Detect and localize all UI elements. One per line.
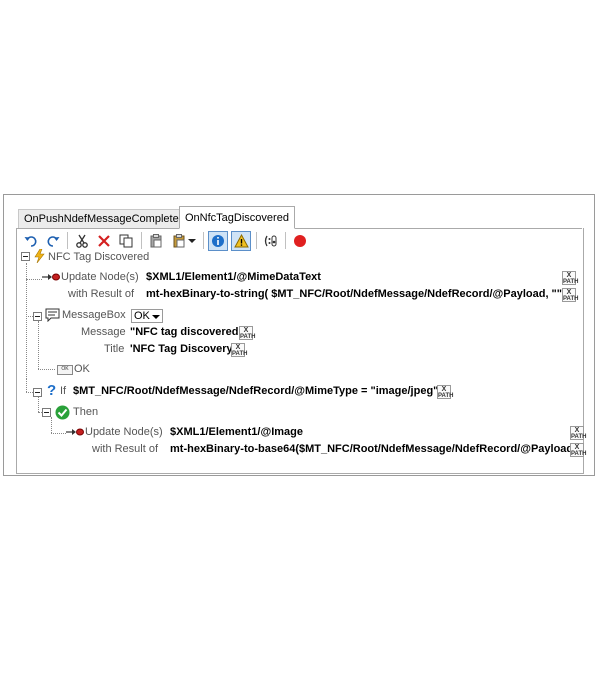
breakpoint-condition-button[interactable] [261, 231, 281, 251]
title-label: Title [104, 343, 125, 355]
copy-button[interactable] [116, 231, 136, 251]
xpath-button[interactable]: X PATH [562, 288, 578, 302]
cut-button[interactable] [72, 231, 92, 251]
breakpoint-condition-icon [264, 235, 277, 247]
tab-on-push-ndef-message-completed[interactable]: OnPushNdefMessageCompleted [18, 209, 191, 228]
collapse-toggle[interactable] [33, 388, 42, 397]
message-value[interactable]: "NFC tag discovered" [130, 324, 244, 340]
paste-button[interactable] [146, 231, 166, 251]
info-icon [212, 235, 224, 247]
tab-on-nfc-tag-discovered[interactable]: OnNfcTagDiscovered [179, 206, 295, 229]
actions-panel: OnPushNdefMessageCompleted OnNfcTagDisco… [3, 194, 595, 476]
record-icon [294, 235, 306, 247]
messagebox-label: MessageBox [62, 309, 126, 321]
warning-icon [233, 234, 249, 248]
result-expression[interactable]: mt-hexBinary-to-base64($MT_NFC/Root/Ndef… [170, 441, 577, 457]
with-result-label: with Result of [68, 288, 135, 300]
toolbar-separator [141, 232, 142, 249]
xpath-button[interactable]: X PATH [231, 343, 247, 357]
speech-bubble-icon [45, 308, 60, 322]
update-node-icon [42, 273, 60, 281]
tree-line [38, 397, 39, 412]
tree-line [26, 378, 27, 392]
check-circle-icon [55, 405, 70, 420]
ok-button-icon: OK [57, 365, 73, 375]
with-result-label: with Result of [92, 443, 159, 455]
paste-special-button[interactable] [169, 231, 189, 251]
action-label: Update Node(s) [85, 426, 163, 438]
collapse-toggle[interactable] [42, 408, 51, 417]
breakpoint-button[interactable] [290, 231, 310, 251]
tree-line [26, 263, 27, 377]
xpath-button[interactable]: X PATH [570, 426, 586, 440]
paste-dropdown-button[interactable] [187, 231, 197, 251]
action-label: Update Node(s) [61, 271, 139, 283]
scissors-icon [76, 234, 88, 248]
collapse-toggle[interactable] [21, 252, 30, 261]
undo-icon [24, 236, 37, 247]
tree-line [38, 321, 39, 369]
copy-icon [119, 234, 133, 248]
clipboard-icon [173, 234, 185, 248]
title-value[interactable]: 'NFC Tag Discovery' [130, 341, 235, 357]
chevron-down-icon [188, 239, 196, 243]
toolbar-separator [203, 232, 204, 249]
info-toggle-button[interactable] [208, 231, 228, 251]
toolbar-separator [256, 232, 257, 249]
toolbar-separator [285, 232, 286, 249]
event-label: NFC Tag Discovered [48, 251, 150, 263]
warning-toggle-button[interactable] [231, 231, 251, 251]
tree-line [26, 392, 33, 393]
if-label: If [60, 385, 67, 397]
result-expression[interactable]: mt-hexBinary-to-string( $MT_NFC/Root/Nde… [146, 286, 569, 302]
toolbar-separator [67, 232, 68, 249]
button-type-select[interactable]: OK [131, 309, 163, 323]
then-label: Then [73, 406, 99, 418]
target-node[interactable]: $XML1/Element1/@Image [170, 424, 303, 440]
xpath-button[interactable]: X PATH [570, 443, 586, 457]
delete-button[interactable] [94, 231, 114, 251]
update-node-icon [66, 428, 84, 436]
if-condition[interactable]: $MT_NFC/Root/NdefMessage/NdefRecord/@Mim… [73, 383, 438, 399]
tree-line [38, 369, 55, 370]
undo-button[interactable] [21, 231, 41, 251]
close-icon [98, 235, 110, 247]
tree-line [26, 316, 33, 317]
question-icon: ? [47, 382, 57, 399]
xpath-button[interactable]: X PATH [437, 385, 453, 399]
tree-line [51, 433, 66, 434]
target-node[interactable]: $XML1/Element1/@MimeDataText [146, 269, 321, 285]
clipboard-icon [150, 234, 162, 248]
ok-branch-label: OK [74, 363, 90, 375]
chevron-down-icon [151, 315, 160, 319]
tab-content: NFC Tag Discovered Update Node(s) $XML1/… [16, 228, 586, 474]
xpath-button[interactable]: X PATH [562, 271, 578, 285]
redo-icon [47, 236, 60, 247]
xpath-button[interactable]: X PATH [239, 326, 255, 340]
collapse-toggle[interactable] [33, 312, 42, 321]
redo-button[interactable] [43, 231, 63, 251]
lightning-icon [34, 249, 45, 263]
tree-line [51, 417, 52, 433]
tree-line [26, 279, 42, 280]
message-label: Message [81, 326, 126, 338]
